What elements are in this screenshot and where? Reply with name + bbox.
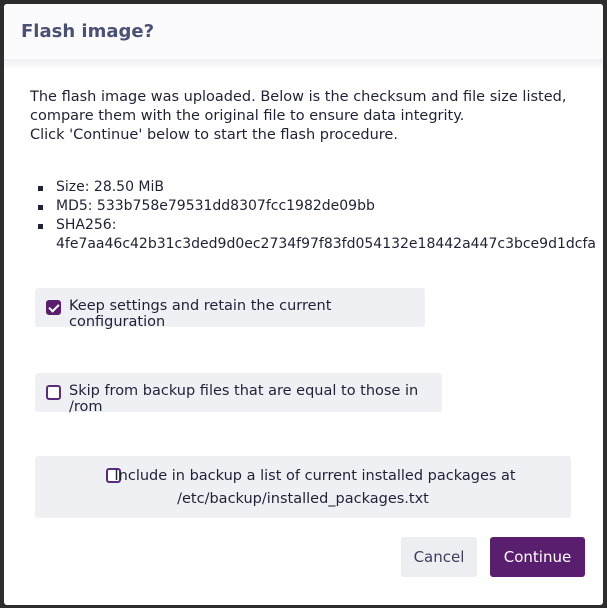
file-size-item: Size: 28.50 MiB <box>38 178 596 197</box>
dialog-title: Flash image? <box>21 21 155 42</box>
cancel-button[interactable]: Cancel <box>401 537 477 577</box>
sha256-label: SHA256: <box>56 217 117 233</box>
intro-line: compare them with the original file to e… <box>30 108 465 124</box>
md5-item: MD5: 533b758e79531dd8307fcc1982de09bb <box>38 197 596 216</box>
intro-line: Click 'Continue' below to start the flas… <box>30 127 398 143</box>
intro-line: The flash image was uploaded. Below is t… <box>30 89 567 105</box>
skip-backup-option[interactable]: Skip from backup files that are equal to… <box>35 373 442 415</box>
keep-settings-checkbox[interactable] <box>46 300 61 315</box>
sha256-item: SHA256: 4fe7aa46c42b31c3ded9d0ec2734f97f… <box>38 216 596 254</box>
continue-button[interactable]: Continue <box>490 537 585 577</box>
include-packages-option[interactable]: Include in backup a list of current inst… <box>35 456 571 518</box>
include-packages-label-line2: /etc/backup/installed_packages.txt <box>177 491 429 507</box>
checksum-list: Size: 28.50 MiB MD5: 533b758e79531dd8307… <box>38 178 596 254</box>
include-packages-label: Include in backup a list of current inst… <box>35 465 571 511</box>
intro-text: The flash image was uploaded. Below is t… <box>30 88 590 145</box>
dialog-header: Flash image? <box>4 4 603 60</box>
skip-backup-checkbox[interactable] <box>46 385 61 400</box>
keep-settings-label: Keep settings and retain the current con… <box>69 298 332 330</box>
header-divider <box>4 60 603 70</box>
keep-settings-option[interactable]: Keep settings and retain the current con… <box>35 288 425 330</box>
include-packages-label-line1: Include in backup a list of current inst… <box>114 468 516 484</box>
sha256-value: 4fe7aa46c42b31c3ded9d0ec2734f97f83fd0541… <box>56 236 596 252</box>
skip-backup-label: Skip from backup files that are equal to… <box>69 383 419 415</box>
flash-image-dialog: Flash image? The flash image was uploade… <box>4 4 603 605</box>
